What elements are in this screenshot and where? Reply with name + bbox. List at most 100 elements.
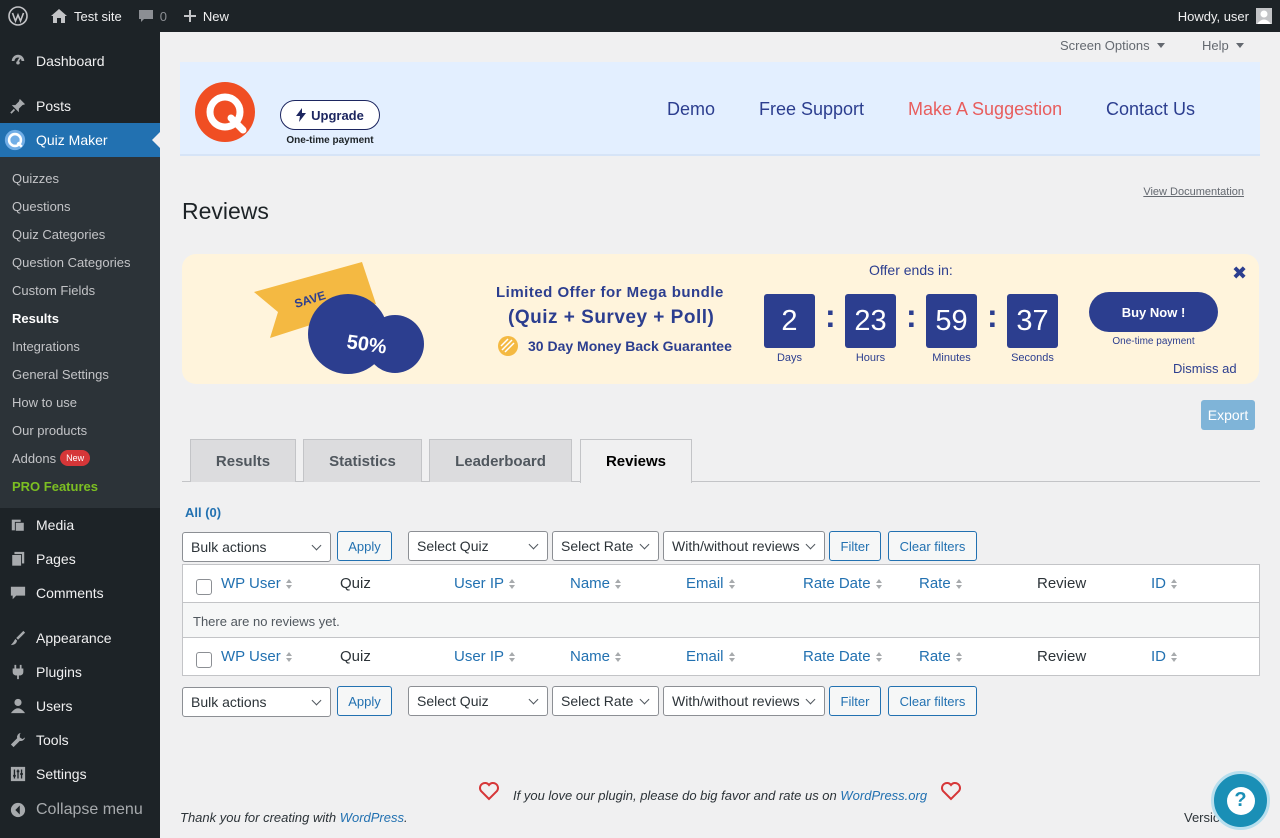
column-name[interactable]: Name <box>570 575 622 592</box>
column-rate-date[interactable]: Rate Date <box>803 575 882 592</box>
submenu-general-settings[interactable]: General Settings <box>0 360 160 388</box>
select-all-checkbox-bottom[interactable] <box>196 652 212 668</box>
submenu-questions[interactable]: Questions <box>0 192 160 220</box>
screen-options-toggle[interactable]: Screen Options <box>1060 38 1165 53</box>
menu-quiz-maker[interactable]: Quiz Maker <box>0 123 160 157</box>
select-quiz-top[interactable]: Select Quiz <box>408 531 548 561</box>
wordpress-org-link[interactable]: WordPress.org <box>840 788 927 803</box>
menu-tools[interactable]: Tools <box>0 723 160 757</box>
submenu-integrations[interactable]: Integrations <box>0 332 160 360</box>
menu-label: Settings <box>36 766 87 782</box>
offer-headline-rest: Offer for Mega bundle <box>552 284 724 301</box>
countdown-separator: : <box>906 298 917 334</box>
nav-demo[interactable]: Demo <box>667 99 715 120</box>
quiz-maker-submenu: Quizzes Questions Quiz Categories Questi… <box>0 157 160 508</box>
column-email[interactable]: Email <box>686 648 735 665</box>
menu-dashboard[interactable]: Dashboard <box>0 44 160 78</box>
menu-label: Pages <box>36 551 76 567</box>
column-wp-user[interactable]: WP User <box>221 648 292 665</box>
with-without-reviews-bottom[interactable]: With/without reviews <box>663 686 825 716</box>
countdown-hours-label: Hours <box>855 352 886 364</box>
bulk-actions-select-bottom[interactable]: Bulk actions <box>182 687 331 717</box>
column-label: WP User <box>221 648 281 665</box>
submenu-addons[interactable]: Addons New <box>0 444 160 472</box>
upgrade-button[interactable]: Upgrade <box>280 100 380 130</box>
filter-button-bottom[interactable]: Filter <box>829 686 881 716</box>
select-rate-bottom[interactable]: Select Rate <box>552 686 659 716</box>
with-without-reviews-top[interactable]: With/without reviews <box>663 531 825 561</box>
submenu-question-categories[interactable]: Question Categories <box>0 248 160 276</box>
upgrade-label: Upgrade <box>311 107 364 123</box>
wordpress-logo-menu[interactable] <box>0 0 42 32</box>
column-rate[interactable]: Rate <box>919 648 962 665</box>
site-name-menu[interactable]: Test site <box>42 0 130 32</box>
nav-free-support[interactable]: Free Support <box>759 99 864 120</box>
column-name[interactable]: Name <box>570 648 622 665</box>
countdown-separator: : <box>987 298 998 334</box>
apply-button-bottom[interactable]: Apply <box>337 686 392 716</box>
column-email[interactable]: Email <box>686 575 735 592</box>
menu-posts[interactable]: Posts <box>0 89 160 123</box>
export-button[interactable]: Export <box>1201 400 1255 430</box>
column-rate-date[interactable]: Rate Date <box>803 648 882 665</box>
tab-results[interactable]: Results <box>190 439 296 482</box>
menu-users[interactable]: Users <box>0 689 160 723</box>
filter-all-link[interactable]: All (0) <box>185 505 221 520</box>
nav-contact-us[interactable]: Contact Us <box>1106 99 1195 120</box>
menu-label: Plugins <box>36 664 82 680</box>
menu-appearance[interactable]: Appearance <box>0 621 160 655</box>
menu-media[interactable]: Media <box>0 508 160 542</box>
column-label: User IP <box>454 575 505 592</box>
column-wp-user[interactable]: WP User <box>221 575 292 592</box>
select-rate-top[interactable]: Select Rate <box>552 531 659 561</box>
filter-button-top[interactable]: Filter <box>829 531 881 561</box>
submenu-pro-features[interactable]: PRO Features <box>0 472 160 500</box>
column-review: Review <box>1037 648 1087 665</box>
column-rate[interactable]: Rate <box>919 575 962 592</box>
select-quiz-bottom[interactable]: Select Quiz <box>408 686 548 716</box>
wordpress-link[interactable]: WordPress <box>340 810 404 825</box>
column-user-ip[interactable]: User IP <box>454 648 516 665</box>
submenu-our-products[interactable]: Our products <box>0 416 160 444</box>
menu-label: Tools <box>36 732 69 748</box>
comments-menu[interactable]: 0 <box>130 0 175 32</box>
nav-make-suggestion[interactable]: Make A Suggestion <box>908 99 1062 120</box>
buy-now-button[interactable]: Buy Now ! <box>1089 292 1218 332</box>
new-content-menu[interactable]: New <box>175 0 237 32</box>
submenu-how-to-use[interactable]: How to use <box>0 388 160 416</box>
tab-leaderboard[interactable]: Leaderboard <box>429 439 572 482</box>
submenu-custom-fields[interactable]: Custom Fields <box>0 276 160 304</box>
my-account-menu[interactable]: Howdy, user <box>1178 8 1280 24</box>
help-chat-button[interactable]: ? <box>1211 771 1270 830</box>
apply-button-top[interactable]: Apply <box>337 531 392 561</box>
submenu-quiz-categories[interactable]: Quiz Categories <box>0 220 160 248</box>
clear-filters-button-bottom[interactable]: Clear filters <box>888 686 977 716</box>
tab-reviews[interactable]: Reviews <box>580 439 692 483</box>
caret-down-icon <box>1156 43 1165 48</box>
menu-pages[interactable]: Pages <box>0 542 160 576</box>
tab-statistics[interactable]: Statistics <box>303 439 422 482</box>
menu-label: Comments <box>36 585 104 601</box>
help-toggle[interactable]: Help <box>1202 38 1244 53</box>
menu-comments[interactable]: Comments <box>0 576 160 610</box>
bulk-actions-select-top[interactable]: Bulk actions <box>182 532 331 562</box>
submenu-results[interactable]: Results <box>0 304 160 332</box>
close-icon[interactable]: ✖ <box>1232 263 1247 284</box>
menu-label: Posts <box>36 98 72 114</box>
dismiss-ad-link[interactable]: Dismiss ad <box>1173 361 1237 376</box>
submenu-quizzes[interactable]: Quizzes <box>0 164 160 192</box>
media-icon <box>11 519 25 532</box>
column-user-ip[interactable]: User IP <box>454 575 516 592</box>
column-id[interactable]: ID <box>1151 648 1177 665</box>
quiz-maker-logo-icon <box>195 82 255 142</box>
clear-filters-button-top[interactable]: Clear filters <box>888 531 977 561</box>
menu-settings[interactable]: Settings <box>0 757 160 791</box>
view-documentation-link[interactable]: View Documentation <box>1143 186 1244 198</box>
select-all-checkbox[interactable] <box>196 579 212 595</box>
column-id[interactable]: ID <box>1151 575 1177 592</box>
countdown-separator: : <box>825 298 836 334</box>
menu-plugins[interactable]: Plugins <box>0 655 160 689</box>
sort-arrows-icon <box>615 651 622 662</box>
countdown-days: 2 <box>764 294 815 348</box>
collapse-menu-button[interactable]: Collapse menu <box>0 793 160 827</box>
